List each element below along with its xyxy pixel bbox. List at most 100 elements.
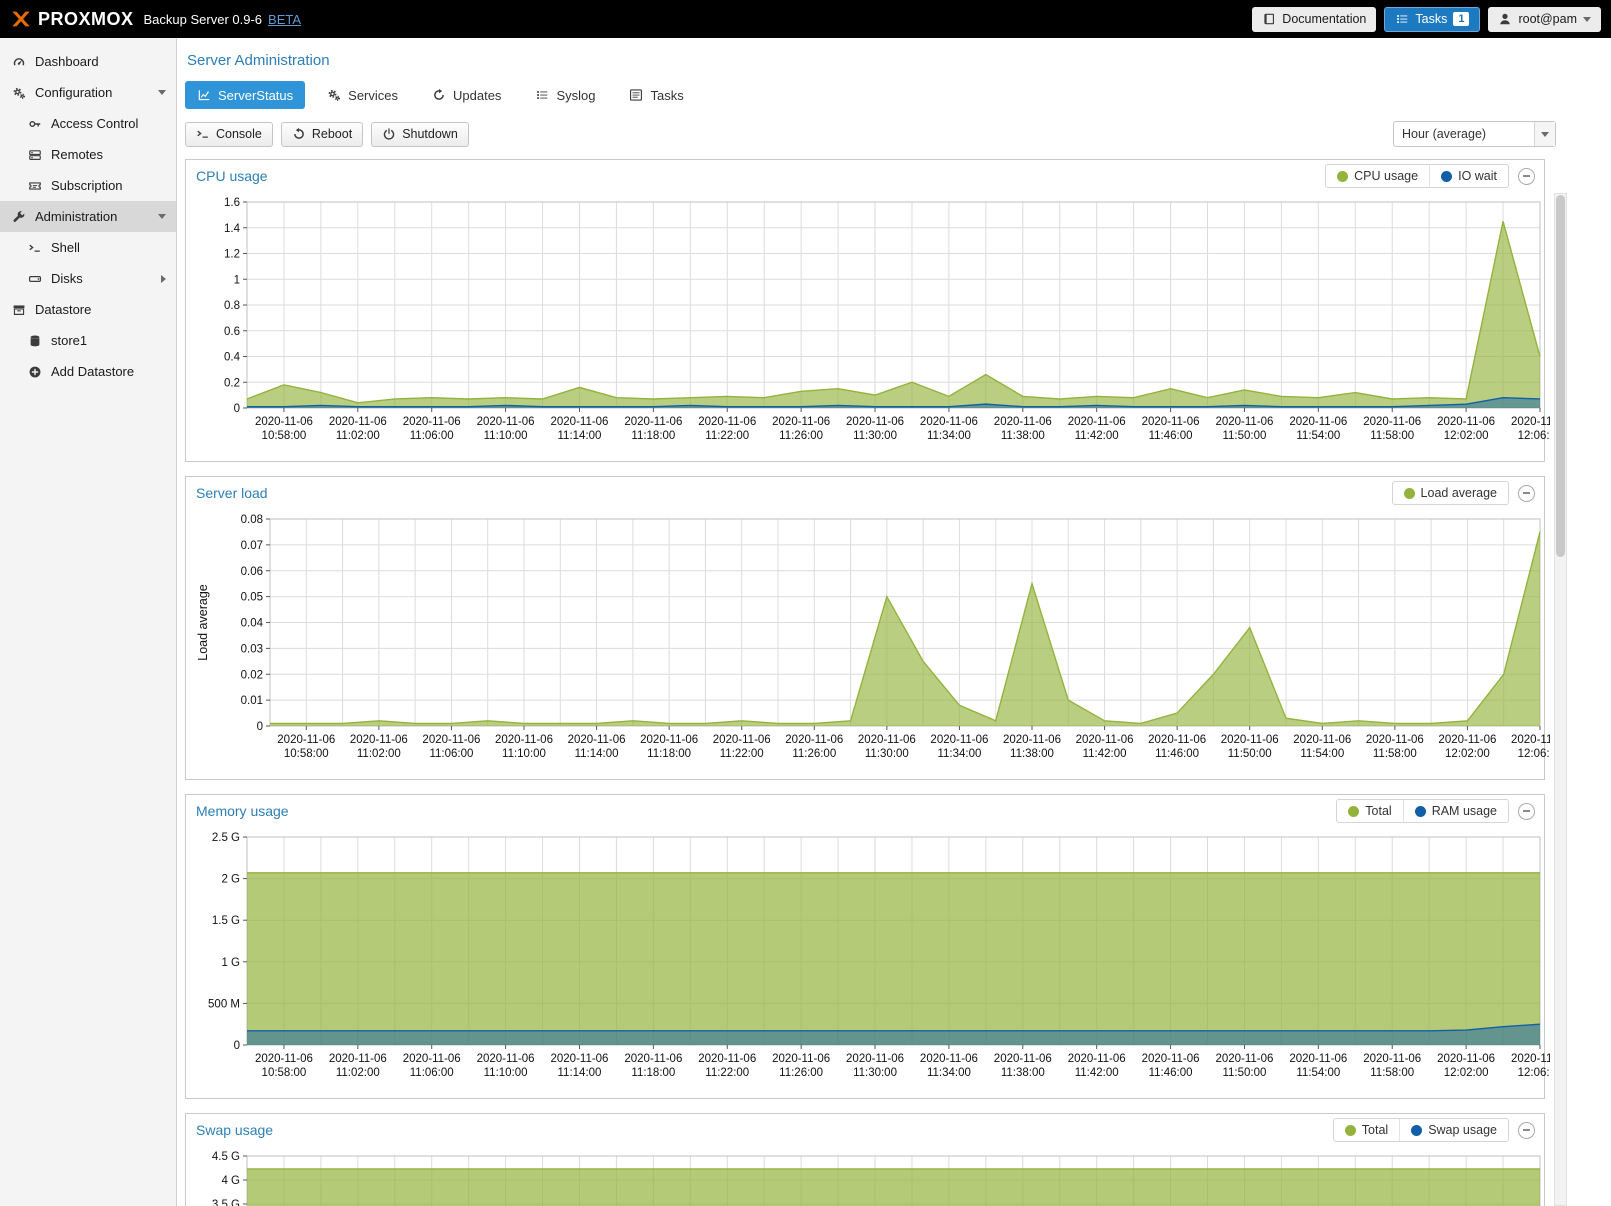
svg-text:2020-11-06: 2020-11-06 (255, 416, 313, 428)
hdd-icon (28, 272, 42, 286)
svg-text:11:10:00: 11:10:00 (502, 748, 546, 760)
tab-tasks[interactable]: Tasks (617, 81, 695, 109)
svg-text:12:02:00: 12:02:00 (1445, 748, 1490, 760)
documentation-button[interactable]: Documentation (1252, 7, 1376, 32)
task-list-icon (1395, 12, 1409, 26)
svg-text:11:50:00: 11:50:00 (1222, 430, 1266, 442)
svg-text:1: 1 (234, 274, 240, 286)
user-menu-button[interactable]: root@pam (1488, 7, 1601, 32)
svg-text:11:18:00: 11:18:00 (631, 430, 675, 442)
svg-text:2020-11-06: 2020-11-06 (1142, 1053, 1200, 1065)
legend-item[interactable]: IO wait (1429, 165, 1508, 187)
svg-text:11:02:00: 11:02:00 (336, 430, 380, 442)
svg-text:2020-11-06: 2020-11-06 (329, 416, 387, 428)
collapse-panel-icon[interactable] (1518, 168, 1535, 185)
svg-text:2020-11-06: 2020-11-06 (1148, 734, 1206, 746)
shutdown-button[interactable]: Shutdown (371, 122, 469, 147)
svg-text:3.5 G: 3.5 G (212, 1199, 240, 1206)
chevron-down-icon[interactable] (158, 214, 166, 219)
sidebar-item-shell[interactable]: Shell (0, 232, 176, 263)
database-icon (28, 334, 42, 348)
svg-text:11:18:00: 11:18:00 (631, 1067, 675, 1079)
tab-serverstatus[interactable]: ServerStatus (185, 81, 305, 109)
svg-text:2020-11-06: 2020-11-06 (550, 1053, 608, 1065)
plus-circle-icon (28, 365, 42, 379)
chevron-down-icon[interactable] (158, 90, 166, 95)
svg-text:1.5 G: 1.5 G (212, 915, 240, 927)
tab-syslog[interactable]: Syslog (523, 81, 607, 109)
svg-text:2020-11-06: 2020-11-06 (1215, 416, 1273, 428)
svg-text:2020-11-06: 2020-11-06 (1438, 734, 1496, 746)
memory-usage-panel: Memory usage Total RAM usage (185, 794, 1545, 1099)
legend-color-dot (1337, 171, 1348, 182)
vertical-scrollbar[interactable] (1554, 193, 1567, 1206)
legend-color-dot (1345, 1125, 1356, 1136)
tab-services[interactable]: Services (315, 81, 410, 109)
sidebar-item-configuration[interactable]: Configuration (0, 77, 176, 108)
svg-text:11:42:00: 11:42:00 (1083, 748, 1127, 760)
svg-text:2020-11-06: 2020-11-06 (698, 416, 756, 428)
svg-text:2020-11-06: 2020-11-06 (1221, 734, 1279, 746)
sidebar-item-dashboard[interactable]: Dashboard (0, 46, 176, 77)
svg-text:2020-11-06: 2020-11-06 (1142, 416, 1200, 428)
sidebar-item-datastore[interactable]: Datastore (0, 294, 176, 325)
collapse-panel-icon[interactable] (1518, 485, 1535, 502)
svg-text:2020-11-06: 2020-11-06 (698, 1053, 756, 1065)
chevron-right-icon[interactable] (161, 275, 166, 283)
refresh-icon (432, 88, 446, 102)
sidebar-item-add-datastore[interactable]: Add Datastore (0, 356, 176, 387)
svg-text:10:58:00: 10:58:00 (262, 430, 307, 442)
svg-text:11:54:00: 11:54:00 (1296, 1067, 1340, 1079)
svg-text:12:06:00: 12:06:00 (1518, 748, 1550, 760)
svg-text:2 G: 2 G (221, 874, 240, 886)
timeframe-select[interactable]: Hour (average) (1393, 121, 1556, 147)
sidebar-item-access-control[interactable]: Access Control (0, 108, 176, 139)
select-trigger[interactable] (1534, 122, 1555, 146)
svg-text:2020-11-06: 2020-11-06 (640, 734, 698, 746)
top-right-buttons: Documentation Tasks 1 root@pam (1252, 7, 1601, 32)
legend-item[interactable]: RAM usage (1403, 800, 1508, 822)
sidebar-item-subscription[interactable]: Subscription (0, 170, 176, 201)
reboot-button[interactable]: Reboot (281, 122, 363, 147)
tasks-button[interactable]: Tasks 1 (1384, 7, 1480, 32)
legend-item[interactable]: Load average (1393, 482, 1508, 504)
legend-item[interactable]: CPU usage (1326, 165, 1429, 187)
svg-text:2020-11-06: 2020-11-06 (920, 1053, 978, 1065)
panel-title: Server load (196, 485, 268, 501)
svg-text:11:34:00: 11:34:00 (927, 430, 971, 442)
page-title: Server Administration (187, 52, 1556, 69)
chevron-down-icon (1583, 17, 1591, 22)
svg-text:2020-11-06: 2020-11-06 (920, 416, 978, 428)
beta-link[interactable]: BETA (268, 12, 301, 27)
svg-text:2020-11-06: 2020-11-06 (1289, 1053, 1347, 1065)
list-icon (535, 88, 549, 102)
legend-color-dot (1441, 171, 1452, 182)
legend-item[interactable]: Total (1334, 1119, 1399, 1141)
collapse-panel-icon[interactable] (1518, 1122, 1535, 1139)
tab-updates[interactable]: Updates (420, 81, 513, 109)
console-button[interactable]: Console (185, 122, 273, 147)
svg-text:11:46:00: 11:46:00 (1149, 1067, 1193, 1079)
svg-text:2020-11-06: 2020-11-06 (403, 416, 461, 428)
legend-item[interactable]: Total (1337, 800, 1402, 822)
sidebar-item-store1[interactable]: store1 (0, 325, 176, 356)
svg-text:2020-11-06: 2020-11-06 (624, 416, 682, 428)
legend-item[interactable]: Swap usage (1399, 1119, 1508, 1141)
main-content: Server Administration ServerStatus (177, 38, 1611, 1206)
chart-legend: Total RAM usage (1336, 799, 1509, 823)
svg-text:Load average: Load average (196, 584, 210, 661)
svg-text:2020-11-06: 2020-11-06 (772, 1053, 830, 1065)
sidebar-item-disks[interactable]: Disks (0, 263, 176, 294)
power-icon (382, 127, 396, 141)
sidebar-item-administration[interactable]: Administration (0, 201, 176, 232)
svg-text:2020-11-06: 2020-11-06 (1363, 416, 1421, 428)
svg-text:0: 0 (257, 721, 263, 733)
collapse-panel-icon[interactable] (1518, 803, 1535, 820)
terminal-icon (196, 127, 210, 141)
svg-text:2020-11-06: 2020-11-06 (477, 1053, 535, 1065)
chart-line-icon (197, 88, 211, 102)
svg-text:11:26:00: 11:26:00 (779, 1067, 823, 1079)
svg-text:11:58:00: 11:58:00 (1373, 748, 1417, 760)
scrollbar-thumb[interactable] (1556, 195, 1565, 557)
sidebar-item-remotes[interactable]: Remotes (0, 139, 176, 170)
